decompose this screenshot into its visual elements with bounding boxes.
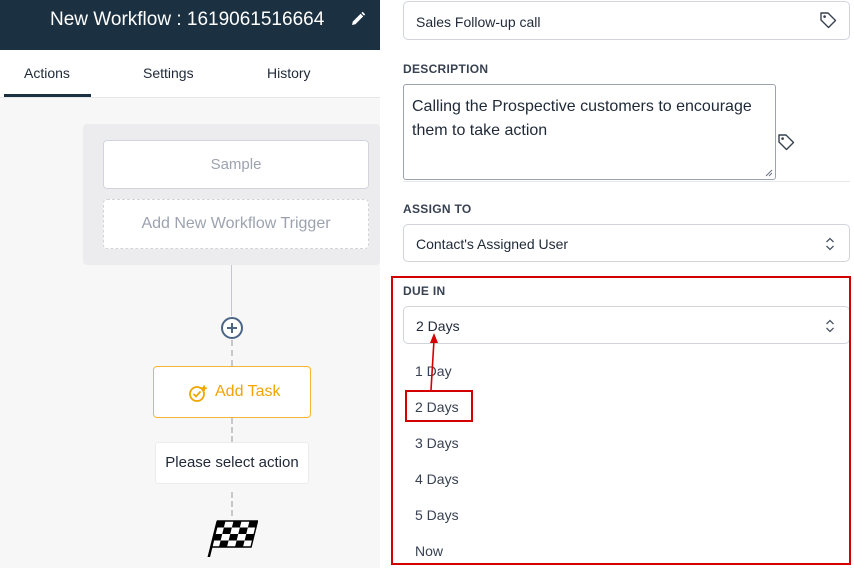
assign-to-select[interactable]: Contact's Assigned User xyxy=(403,224,850,262)
connector-dash xyxy=(231,340,233,366)
workflow-tabs: Actions Settings History xyxy=(0,50,380,98)
active-tab-indicator xyxy=(4,94,91,97)
chevron-updown-icon xyxy=(826,237,834,251)
tab-actions[interactable]: Actions xyxy=(24,65,70,81)
add-workflow-trigger-button[interactable]: Add New Workflow Trigger xyxy=(103,199,369,249)
task-name-input[interactable]: Sales Follow-up call xyxy=(403,1,850,40)
workflow-builder-panel: New Workflow : 1619061516664 Actions Set… xyxy=(0,0,380,568)
workflow-title: New Workflow : 1619061516664 xyxy=(50,9,325,30)
description-label: DESCRIPTION xyxy=(403,62,489,76)
finish-flag-icon xyxy=(207,520,258,557)
workflow-header: New Workflow : 1619061516664 xyxy=(0,0,380,50)
trigger-section: Sample Add New Workflow Trigger xyxy=(83,124,380,265)
connector-line xyxy=(231,265,232,316)
add-task-node[interactable]: Add Task xyxy=(153,366,311,418)
trigger-sample-card[interactable]: Sample xyxy=(103,140,369,189)
selected-option-highlight-box xyxy=(405,390,473,422)
select-action-node[interactable]: Please select action xyxy=(155,442,309,484)
tab-history[interactable]: History xyxy=(267,65,311,81)
section-divider xyxy=(403,181,850,182)
assign-to-label: ASSIGN TO xyxy=(403,202,472,216)
connector-dash xyxy=(231,418,233,442)
resize-handle-icon[interactable] xyxy=(765,169,773,177)
tag-icon[interactable] xyxy=(777,133,795,151)
task-add-icon xyxy=(189,385,207,402)
add-task-label: Add Task xyxy=(215,383,281,400)
add-step-plus-icon[interactable] xyxy=(220,316,244,340)
workflow-canvas: Sample Add New Workflow Trigger Add Task… xyxy=(0,98,380,568)
tag-icon[interactable] xyxy=(819,11,837,29)
task-name-value: Sales Follow-up call xyxy=(416,14,541,30)
description-value: Calling the Prospective customers to enc… xyxy=(412,98,752,139)
description-textarea[interactable]: Calling the Prospective customers to enc… xyxy=(403,84,776,180)
connector-dash xyxy=(231,492,233,516)
assign-to-value: Contact's Assigned User xyxy=(416,236,569,252)
pencil-icon[interactable] xyxy=(350,11,366,27)
workflow-editor: New Workflow : 1619061516664 Actions Set… xyxy=(0,0,854,568)
tab-settings[interactable]: Settings xyxy=(143,65,194,81)
